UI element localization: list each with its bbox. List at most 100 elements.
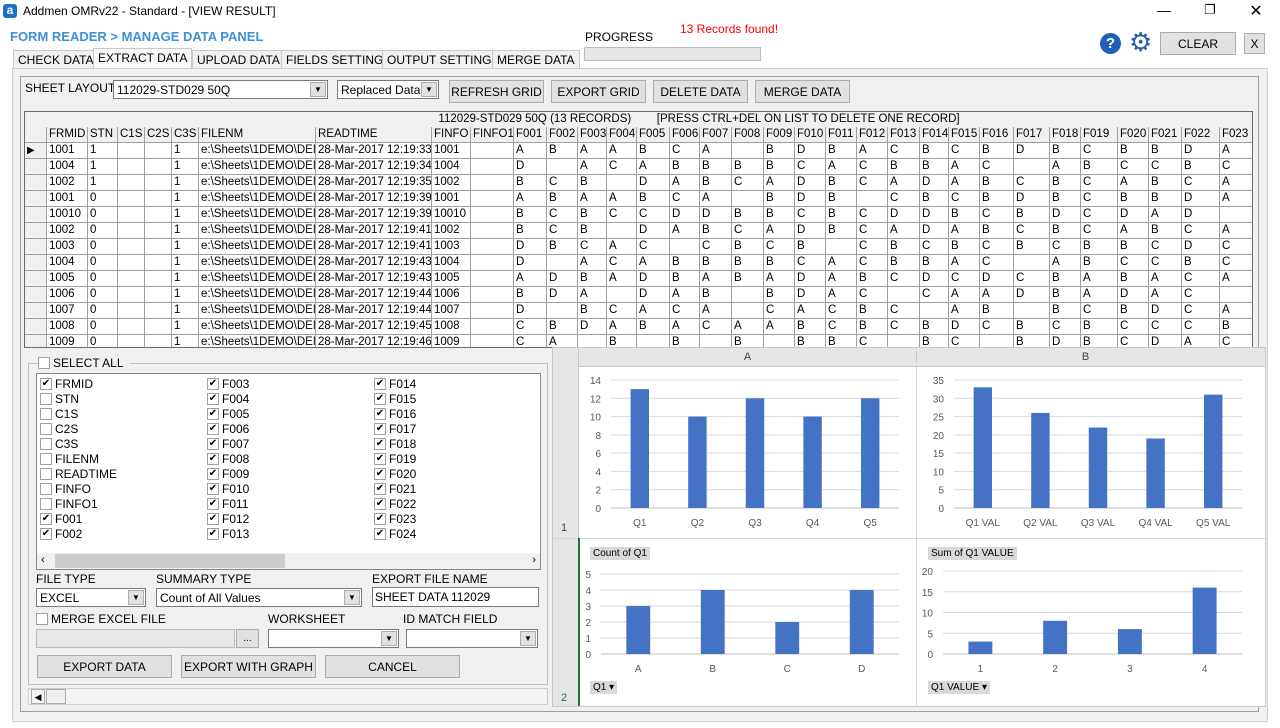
table-cell[interactable]: D xyxy=(547,271,578,287)
table-cell[interactable] xyxy=(471,303,514,319)
table-cell[interactable]: B xyxy=(980,191,1014,207)
sheet-row-header-1[interactable]: 1 xyxy=(561,522,567,534)
table-cell[interactable]: B xyxy=(764,255,795,271)
table-cell[interactable] xyxy=(118,191,145,207)
table-cell[interactable]: B xyxy=(700,255,732,271)
table-cell[interactable]: C xyxy=(607,255,637,271)
table-cell[interactable] xyxy=(1014,159,1050,175)
table-cell[interactable]: C xyxy=(514,319,547,335)
table-cell[interactable]: B xyxy=(1050,223,1081,239)
table-cell[interactable]: A xyxy=(578,143,607,159)
table-cell[interactable]: B xyxy=(920,319,949,335)
table-cell[interactable]: 1002 xyxy=(47,175,88,191)
table-cell[interactable]: 28-Mar-2017 12:19:35 PM xyxy=(316,175,432,191)
table-cell[interactable]: B xyxy=(980,303,1014,319)
table-cell[interactable]: B xyxy=(795,239,826,255)
table-cell[interactable]: C xyxy=(795,159,826,175)
table-cell[interactable]: 1001 xyxy=(432,143,471,159)
table-cell[interactable]: C xyxy=(1149,159,1182,175)
table-cell[interactable]: B xyxy=(1182,255,1220,271)
table-cell[interactable]: C xyxy=(514,335,547,347)
table-cell[interactable]: B xyxy=(826,223,857,239)
table-cell[interactable]: D xyxy=(888,207,920,223)
table-cell[interactable]: D xyxy=(1014,287,1050,303)
table-cell[interactable]: A xyxy=(888,175,920,191)
table-cell[interactable]: B xyxy=(920,255,949,271)
table-cell[interactable]: C xyxy=(857,255,888,271)
sheet-layout-select[interactable]: 112029-STD029 50Q ▼ xyxy=(113,80,328,99)
table-cell[interactable]: A xyxy=(1149,207,1182,223)
table-cell[interactable]: D xyxy=(920,175,949,191)
column-header[interactable]: F011 xyxy=(826,127,857,143)
table-cell[interactable]: C xyxy=(607,207,637,223)
table-cell[interactable]: A xyxy=(1050,159,1081,175)
table-cell[interactable]: 1 xyxy=(172,239,199,255)
table-cell[interactable]: e:\Sheets\1DEMO\DEM xyxy=(199,239,316,255)
table-cell[interactable]: C xyxy=(1149,319,1182,335)
field-checkbox[interactable]: ✔ FRMID xyxy=(40,377,93,391)
field-checkbox[interactable]: ✔ F021 xyxy=(374,482,416,496)
table-cell[interactable]: 0 xyxy=(88,271,118,287)
table-cell[interactable]: C xyxy=(670,303,700,319)
table-cell[interactable]: 0 xyxy=(88,207,118,223)
table-cell[interactable]: C xyxy=(920,239,949,255)
table-cell[interactable]: C xyxy=(1182,175,1220,191)
table-cell[interactable] xyxy=(826,239,857,255)
table-cell[interactable]: A xyxy=(607,271,637,287)
table-cell[interactable]: 1 xyxy=(172,335,199,347)
table-cell[interactable]: D xyxy=(795,287,826,303)
export-with-graph-button[interactable]: EXPORT WITH GRAPH xyxy=(181,655,316,678)
table-cell[interactable]: B xyxy=(764,207,795,223)
table-cell[interactable]: A xyxy=(670,175,700,191)
row-selector[interactable] xyxy=(25,287,47,303)
table-cell[interactable]: C xyxy=(1050,319,1081,335)
table-cell[interactable]: B xyxy=(1050,143,1081,159)
table-cell[interactable]: B xyxy=(1081,319,1118,335)
cancel-button[interactable]: CANCEL xyxy=(325,655,460,678)
field-checkbox[interactable]: ✔ F011 xyxy=(207,497,248,511)
table-cell[interactable] xyxy=(1014,303,1050,319)
table-cell[interactable]: C xyxy=(795,207,826,223)
table-cell[interactable]: D xyxy=(514,255,547,271)
table-cell[interactable]: A xyxy=(637,159,670,175)
table-cell[interactable]: 28-Mar-2017 12:19:39 PM xyxy=(316,191,432,207)
table-cell[interactable]: 28-Mar-2017 12:19:43 PM xyxy=(316,271,432,287)
table-cell[interactable]: B xyxy=(547,319,578,335)
horizontal-scrollbar[interactable]: ‹ › xyxy=(37,553,540,569)
column-header[interactable]: FINFO xyxy=(432,127,471,143)
table-cell[interactable]: 0 xyxy=(88,239,118,255)
table-cell[interactable]: D xyxy=(1149,303,1182,319)
table-cell[interactable]: A xyxy=(607,191,637,207)
table-cell[interactable] xyxy=(471,191,514,207)
table-cell[interactable]: B xyxy=(949,207,980,223)
table-cell[interactable] xyxy=(145,223,172,239)
table-cell[interactable]: B xyxy=(514,287,547,303)
column-header[interactable]: F009 xyxy=(764,127,795,143)
table-cell[interactable]: e:\Sheets\1DEMO\DEM xyxy=(199,159,316,175)
table-cell[interactable] xyxy=(118,159,145,175)
table-cell[interactable]: B xyxy=(1014,319,1050,335)
pivot-axis-filter-button[interactable]: Q1 ▾ xyxy=(590,681,618,694)
table-cell[interactable]: 28-Mar-2017 12:19:41 PM xyxy=(316,223,432,239)
column-header[interactable]: F020 xyxy=(1118,127,1149,143)
table-cell[interactable]: D xyxy=(795,223,826,239)
field-checkbox[interactable]: ✔ F016 xyxy=(374,407,416,421)
table-cell[interactable]: C xyxy=(949,191,980,207)
sheet-row-header-2[interactable]: 2 xyxy=(561,692,567,704)
table-cell[interactable]: 1001 xyxy=(47,143,88,159)
table-cell[interactable]: B xyxy=(700,287,732,303)
table-cell[interactable] xyxy=(145,143,172,159)
table-cell[interactable]: 1 xyxy=(172,287,199,303)
table-cell[interactable] xyxy=(145,207,172,223)
table-cell[interactable]: B xyxy=(1118,303,1149,319)
table-cell[interactable]: D xyxy=(920,223,949,239)
table-cell[interactable]: 1 xyxy=(172,303,199,319)
table-cell[interactable]: A xyxy=(888,223,920,239)
table-cell[interactable]: 1 xyxy=(172,175,199,191)
table-cell[interactable]: A xyxy=(1220,271,1252,287)
table-cell[interactable]: e:\Sheets\1DEMO\DEM xyxy=(199,255,316,271)
panel-close-button[interactable]: X xyxy=(1244,33,1265,54)
table-cell[interactable]: C xyxy=(888,303,920,319)
table-cell[interactable]: C xyxy=(1118,159,1149,175)
table-cell[interactable]: A xyxy=(700,191,732,207)
